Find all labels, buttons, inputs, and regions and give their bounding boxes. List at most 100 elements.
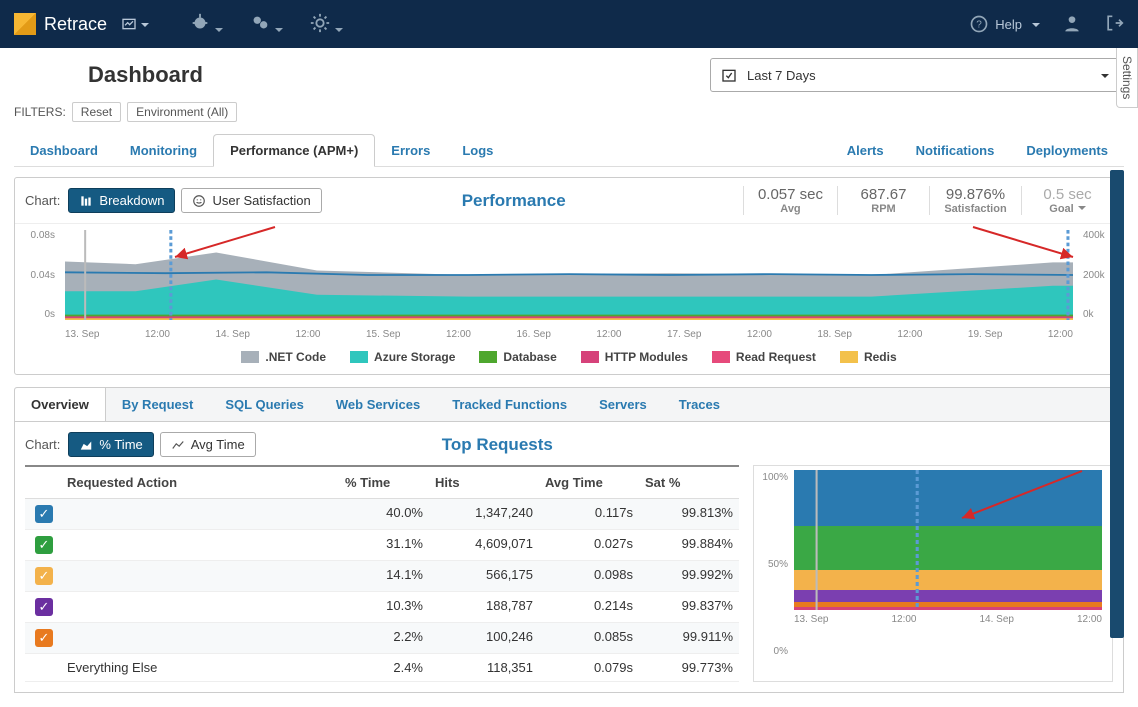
cell-avg: 0.117s (539, 499, 639, 529)
line-icon (171, 438, 185, 452)
subtab-overview[interactable]: Overview (15, 388, 106, 421)
cell-avg: 0.098s (539, 561, 639, 591)
metric-label: RPM (852, 203, 915, 215)
tab-logs[interactable]: Logs (446, 135, 509, 166)
legend-item[interactable]: HTTP Modules (581, 350, 688, 364)
tab-alerts[interactable]: Alerts (831, 135, 900, 166)
subtab-tracked-functions[interactable]: Tracked Functions (436, 388, 583, 421)
legend-item[interactable]: Database (479, 350, 556, 364)
cell-action (61, 561, 339, 591)
legend-item[interactable]: Redis (840, 350, 897, 364)
gear-icon[interactable] (309, 12, 343, 37)
top-requests-table: Requested Action% TimeHitsAvg TimeSat % … (25, 465, 739, 682)
table-row[interactable]: ✓2.2%100,2460.085s99.911% (25, 623, 739, 654)
sub-tabs: OverviewBy RequestSQL QueriesWeb Service… (14, 387, 1124, 422)
cell-action (61, 623, 339, 653)
cell-sat: 99.884% (639, 530, 739, 560)
engine-icon[interactable] (249, 12, 283, 37)
cell-pct: 10.3% (339, 592, 429, 622)
row-checkbox[interactable]: ✓ (35, 598, 53, 616)
chart-label: Chart: (25, 193, 60, 208)
col-avg-time[interactable]: Avg Time (539, 473, 639, 492)
cell-hits: 4,609,071 (429, 530, 539, 560)
table-row[interactable]: ✓10.3%188,7870.214s99.837% (25, 592, 739, 623)
cell-sat: 99.911% (639, 623, 739, 653)
top-requests-mini-chart[interactable]: 100%50%0% 13. Sep12:0014. Sep12:00 (753, 465, 1113, 682)
smile-icon (192, 194, 206, 208)
avg-time-button[interactable]: Avg Time (160, 432, 256, 457)
filter-reset[interactable]: Reset (72, 102, 121, 122)
settings-side-tab[interactable]: Settings (1116, 48, 1138, 108)
row-checkbox[interactable]: ✓ (35, 536, 53, 554)
filter-environment[interactable]: Environment (All) (127, 102, 237, 122)
table-row[interactable]: ✓31.1%4,609,0710.027s99.884% (25, 530, 739, 561)
mini-area-svg (794, 470, 1102, 610)
tab-notifications[interactable]: Notifications (900, 135, 1011, 166)
metric-satisfaction: 99.876%Satisfaction (929, 186, 1021, 215)
x-tick: 12:00 (1048, 329, 1073, 340)
row-checkbox[interactable]: ✓ (35, 567, 53, 585)
tab-performance-apm-[interactable]: Performance (APM+) (213, 134, 375, 167)
tab-dashboard[interactable]: Dashboard (14, 135, 114, 166)
filters-row: FILTERS: Reset Environment (All) (0, 98, 1138, 126)
bug-icon[interactable] (189, 12, 223, 37)
subtab-sql-queries[interactable]: SQL Queries (209, 388, 320, 421)
legend-item[interactable]: .NET Code (241, 350, 326, 364)
brand-logo[interactable]: Retrace (14, 13, 107, 35)
subtab-traces[interactable]: Traces (663, 388, 736, 421)
breakdown-button[interactable]: Breakdown (68, 188, 175, 213)
col-hits[interactable]: Hits (429, 473, 539, 492)
x-tick: 13. Sep (65, 329, 99, 340)
pct-time-label: % Time (99, 437, 142, 452)
caret-down-icon (1028, 17, 1040, 32)
user-icon[interactable] (1062, 13, 1082, 36)
legend-label: Azure Storage (374, 350, 455, 364)
help-menu[interactable]: ? Help (969, 14, 1040, 34)
logo-cube-icon (14, 13, 36, 35)
calendar-check-icon (721, 67, 737, 83)
cell-pct: 2.4% (339, 654, 429, 681)
performance-chart[interactable]: 0.08s0.04s0s 400k200k0k 13. Sep12:0014. … (15, 224, 1123, 344)
col-sat-[interactable]: Sat % (639, 473, 739, 492)
metric-value: 99.876% (944, 186, 1007, 203)
timerange-picker[interactable]: Last 7 Days (710, 58, 1120, 92)
logout-icon[interactable] (1104, 13, 1124, 36)
x-tick: 13. Sep (794, 614, 828, 625)
cell-sat: 99.773% (639, 654, 739, 681)
subtab-servers[interactable]: Servers (583, 388, 663, 421)
filters-label: FILTERS: (14, 105, 66, 119)
table-row[interactable]: ✓14.1%566,1750.098s99.992% (25, 561, 739, 592)
x-tick: 19. Sep (968, 329, 1002, 340)
x-tick: 14. Sep (215, 329, 249, 340)
nav-dropdown-metrics[interactable] (121, 16, 149, 32)
tab-errors[interactable]: Errors (375, 135, 446, 166)
tab-monitoring[interactable]: Monitoring (114, 135, 213, 166)
row-checkbox[interactable]: ✓ (35, 629, 53, 647)
metric-label: Avg (758, 203, 823, 215)
area-icon (79, 438, 93, 452)
table-row[interactable]: Everything Else2.4%118,3510.079s99.773% (25, 654, 739, 682)
metric-avg: 0.057 secAvg (743, 186, 837, 215)
vertical-scrollbar[interactable] (1110, 170, 1124, 638)
metric-goal[interactable]: 0.5 secGoal (1021, 186, 1113, 215)
tab-deployments[interactable]: Deployments (1010, 135, 1124, 166)
row-checkbox[interactable]: ✓ (35, 505, 53, 523)
x-tick: 14. Sep (979, 614, 1013, 625)
col-requested-action[interactable]: Requested Action (61, 473, 339, 492)
top-requests-title: Top Requests (442, 435, 553, 455)
user-satisfaction-button[interactable]: User Satisfaction (181, 188, 321, 213)
legend-item[interactable]: Azure Storage (350, 350, 455, 364)
subtab-web-services[interactable]: Web Services (320, 388, 436, 421)
legend-swatch (581, 351, 599, 363)
col--time[interactable]: % Time (339, 473, 429, 492)
cell-avg: 0.085s (539, 623, 639, 653)
caret-down-icon (137, 17, 149, 32)
cell-hits: 1,347,240 (429, 499, 539, 529)
help-icon: ? (969, 14, 989, 34)
legend-item[interactable]: Read Request (712, 350, 816, 364)
cell-action (61, 530, 339, 560)
subtab-by-request[interactable]: By Request (106, 388, 210, 421)
cell-pct: 2.2% (339, 623, 429, 653)
pct-time-button[interactable]: % Time (68, 432, 153, 457)
table-row[interactable]: ✓40.0%1,347,2400.117s99.813% (25, 499, 739, 530)
